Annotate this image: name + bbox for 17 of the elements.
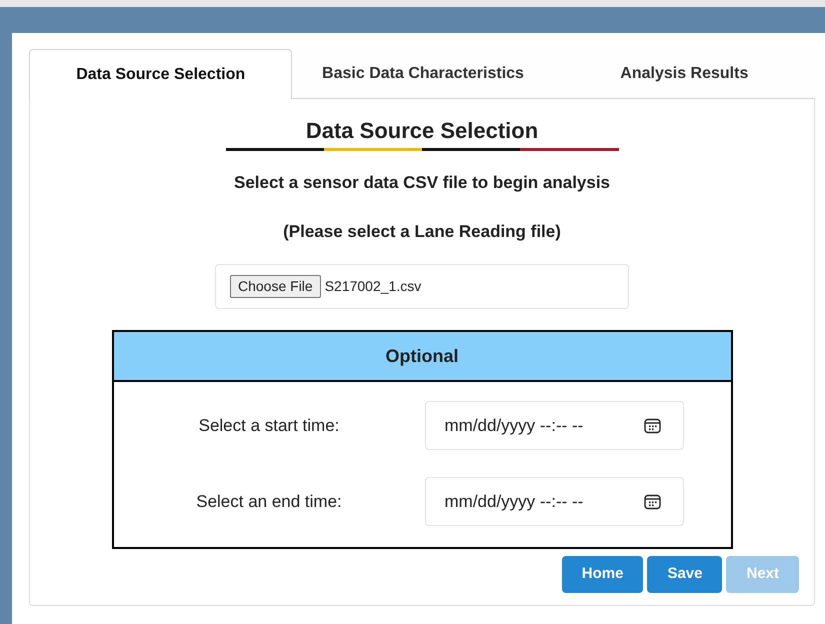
calendar-icon[interactable] (644, 418, 660, 434)
datetime-field[interactable]: mm/dd/yyyy --:-- -- (424, 477, 684, 526)
datetime-placeholder: mm/dd/yyyy --:-- -- (444, 490, 584, 513)
file-name: S217002_1.csv (324, 277, 422, 296)
instruction-text: Select a sensor data CSV file to begin analysis (234, 172, 610, 194)
instruction-text: (Please select a Lane Reading file) (283, 220, 561, 243)
field-label: Select a start time: (198, 414, 340, 437)
optional-header: Optional (114, 332, 730, 382)
tab[interactable]: Data Source Selection (29, 49, 292, 99)
section-heading: Data Source Selection (306, 118, 538, 144)
datetime-placeholder: mm/dd/yyyy --:-- -- (444, 414, 584, 437)
nav-button[interactable]: Home (562, 556, 644, 593)
choose-file-button[interactable]: Choose File (230, 275, 321, 298)
nav-button[interactable]: Save (647, 556, 722, 593)
datetime-field[interactable]: mm/dd/yyyy --:-- -- (424, 401, 684, 450)
field-label: Select an end time: (196, 490, 342, 513)
calendar-icon[interactable] (644, 494, 660, 510)
